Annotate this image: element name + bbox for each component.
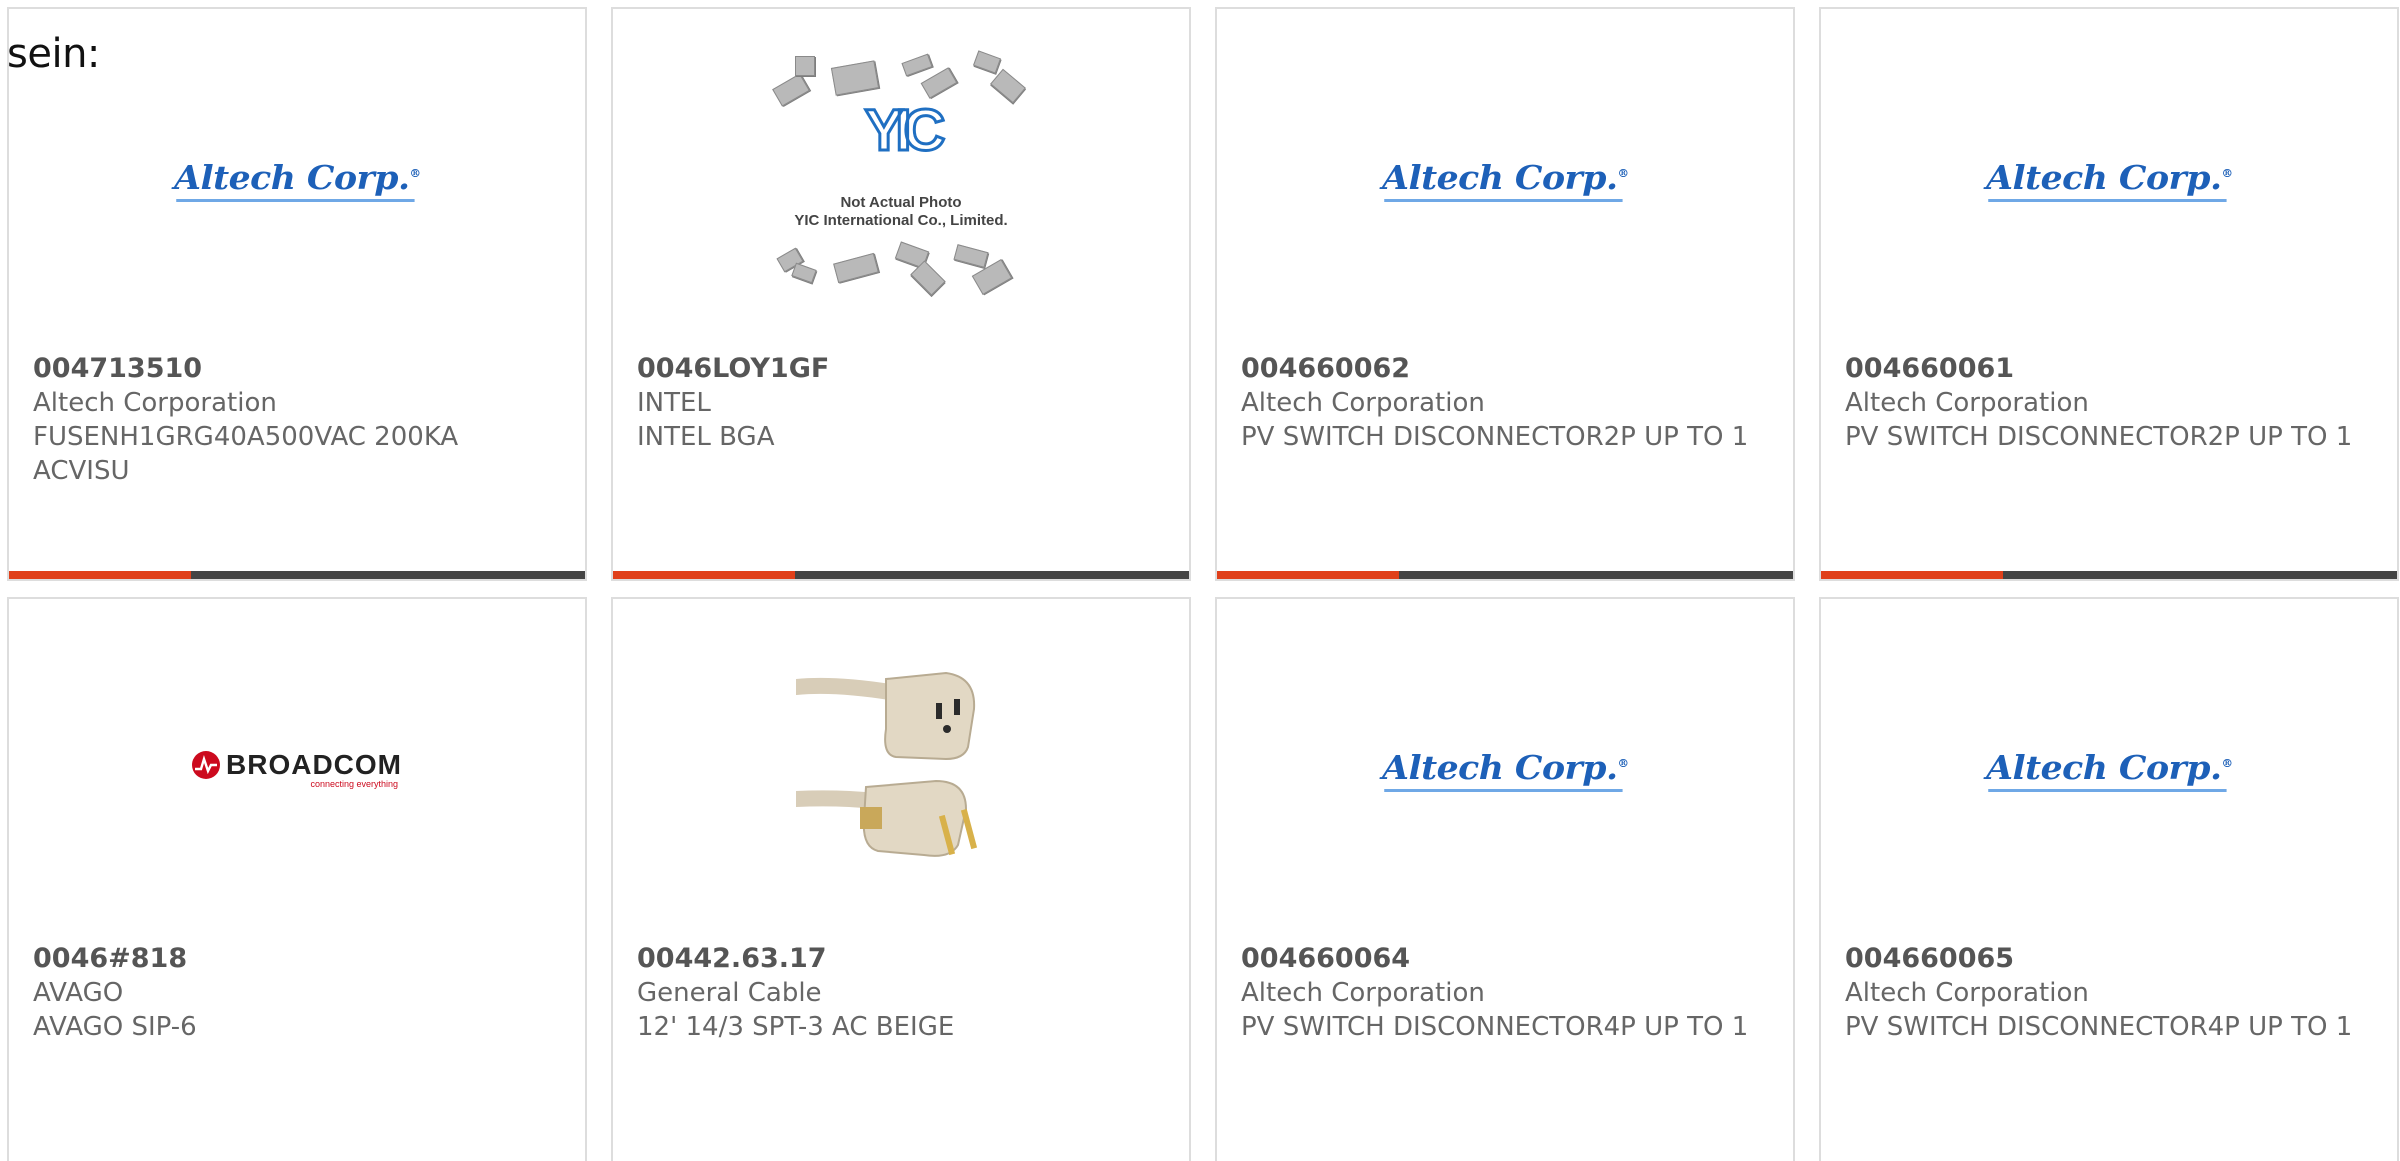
manufacturer: General Cable <box>637 978 822 1008</box>
broadcom-logo: BROADCOM connecting everything <box>192 749 402 789</box>
part-number-link[interactable]: 004660065 <box>1845 942 2373 976</box>
description: INTEL BGA <box>637 422 775 452</box>
product-card[interactable]: Altech Corp.® 004713510 Altech Corporati… <box>7 7 587 581</box>
product-card[interactable]: Altech Corp.® 004660061 Altech Corporati… <box>1819 7 2399 581</box>
intro-text: sein: <box>7 31 100 77</box>
product-card[interactable]: BROADCOM connecting everything 0046#818 … <box>7 597 587 1161</box>
description: PV SWITCH DISCONNECTOR4P UP TO 1 <box>1845 1012 2353 1042</box>
part-number-link[interactable]: 00442.63.17 <box>637 942 1165 976</box>
product-image[interactable] <box>613 599 1189 939</box>
product-card[interactable]: Altech Corp.® 004660065 Altech Corporati… <box>1819 597 2399 1161</box>
image-caption: YIC International Co., Limited. <box>794 212 1008 229</box>
description: PV SWITCH DISCONNECTOR2P UP TO 1 <box>1241 422 1749 452</box>
altech-logo: Altech Corp.® <box>1382 158 1629 202</box>
description: PV SWITCH DISCONNECTOR2P UP TO 1 <box>1845 422 2353 452</box>
card-footer-bar <box>1821 571 2397 579</box>
description: FUSENH1GRG40A500VAC 200KA ACVISU <box>33 422 459 486</box>
manufacturer: Altech Corporation <box>1845 978 2089 1008</box>
card-footer-bar <box>9 571 585 579</box>
altech-logo: Altech Corp.® <box>1986 748 2233 792</box>
altech-logo: Altech Corp.® <box>1382 748 1629 792</box>
product-card[interactable]: Altech Corp.® 004660064 Altech Corporati… <box>1215 597 1795 1161</box>
description: AVAGO SIP-6 <box>33 1012 197 1042</box>
manufacturer: AVAGO <box>33 978 124 1008</box>
description: PV SWITCH DISCONNECTOR4P UP TO 1 <box>1241 1012 1749 1042</box>
manufacturer: Altech Corporation <box>33 388 277 418</box>
broadcom-mark-icon <box>192 751 220 779</box>
manufacturer: Altech Corporation <box>1241 388 1485 418</box>
altech-logo: Altech Corp.® <box>174 158 421 202</box>
part-number-link[interactable]: 0046#818 <box>33 942 561 976</box>
manufacturer: Altech Corporation <box>1241 978 1485 1008</box>
product-image[interactable]: Altech Corp.® <box>1217 9 1793 349</box>
product-card[interactable]: Altech Corp.® 004660062 Altech Corporati… <box>1215 7 1795 581</box>
card-footer-bar <box>613 571 1189 579</box>
product-card[interactable]: YIC Not Actual Photo YIC International C… <box>611 7 1191 581</box>
altech-logo: Altech Corp.® <box>1986 158 2233 202</box>
extension-cord-photo <box>788 669 1006 869</box>
yic-placeholder-image: YIC Not Actual Photo YIC International C… <box>763 50 1039 304</box>
part-number-link[interactable]: 0046LOY1GF <box>637 352 1165 386</box>
part-number-link[interactable]: 004660064 <box>1241 942 1769 976</box>
part-number-link[interactable]: 004660062 <box>1241 352 1769 386</box>
description: 12' 14/3 SPT-3 AC BEIGE <box>637 1012 955 1042</box>
product-image[interactable]: Altech Corp.® <box>1821 9 2397 349</box>
product-image[interactable]: Altech Corp.® <box>1821 599 2397 939</box>
product-grid-page: sein: Altech Corp.® 004713510 Altech Cor… <box>0 0 2400 1161</box>
image-caption: Not Actual Photo <box>840 194 962 211</box>
manufacturer: INTEL <box>637 388 711 418</box>
card-footer-bar <box>1217 571 1793 579</box>
product-image[interactable]: BROADCOM connecting everything <box>9 599 585 939</box>
part-number-link[interactable]: 004713510 <box>33 352 561 386</box>
yic-logo: YIC <box>863 98 947 163</box>
product-image[interactable]: YIC Not Actual Photo YIC International C… <box>613 9 1189 349</box>
manufacturer: Altech Corporation <box>1845 388 2089 418</box>
product-card[interactable]: 00442.63.17 General Cable 12' 14/3 SPT-3… <box>611 597 1191 1161</box>
part-number-link[interactable]: 004660061 <box>1845 352 2373 386</box>
product-image[interactable]: Altech Corp.® <box>1217 599 1793 939</box>
